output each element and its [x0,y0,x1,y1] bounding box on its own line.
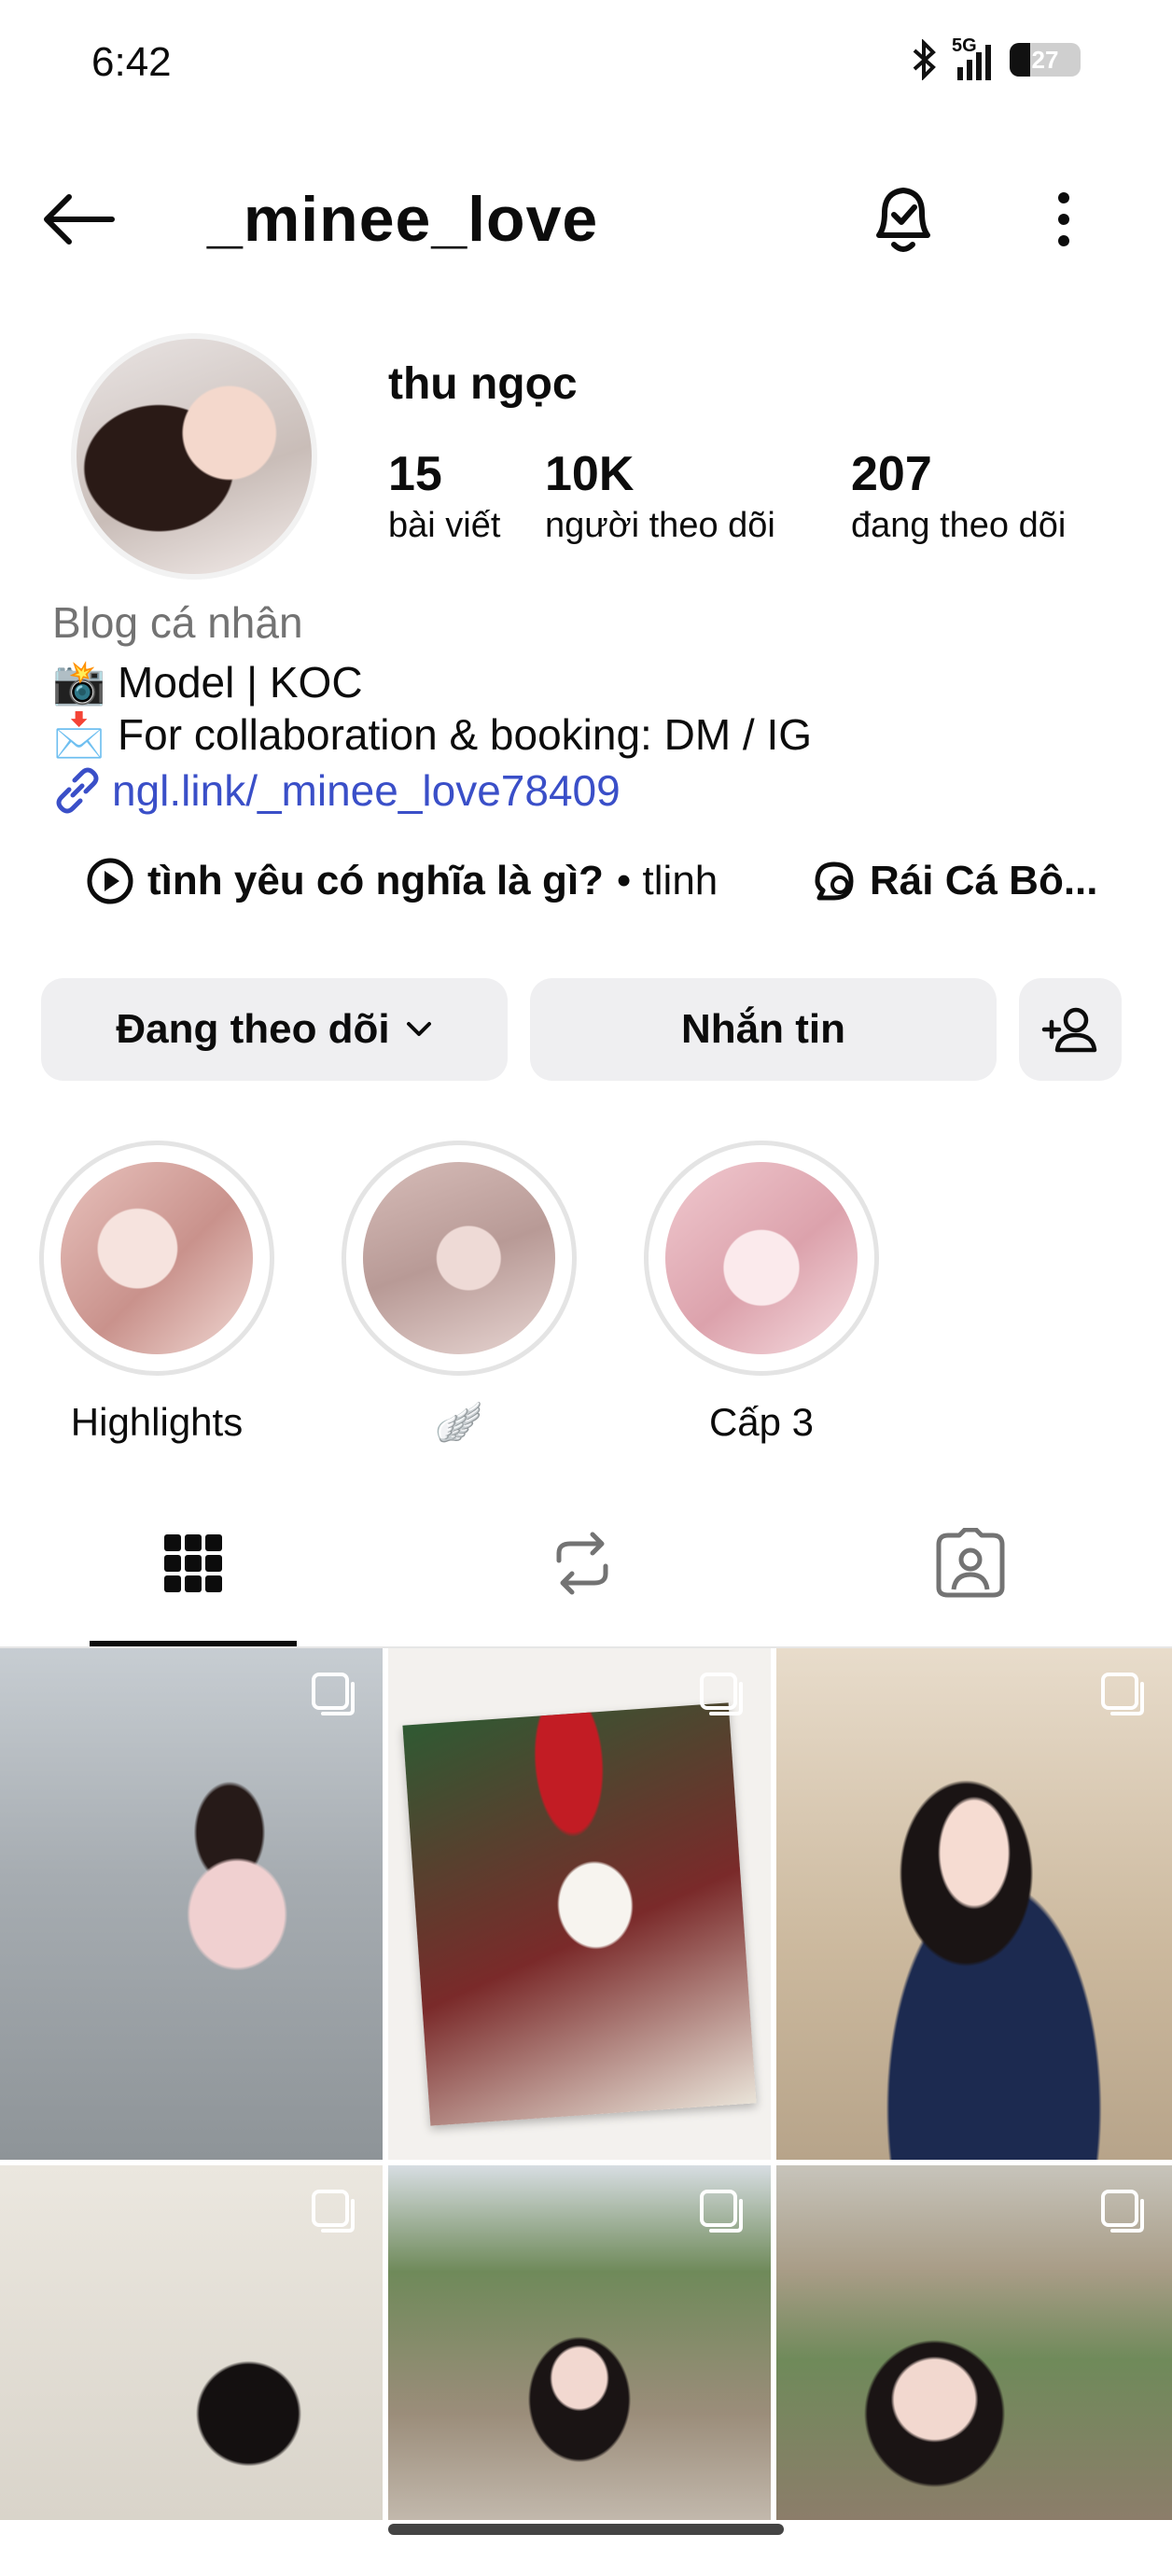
multiple-photos-icon [1101,1673,1144,1715]
notification-bell-icon[interactable] [868,179,939,259]
bluetooth-icon [913,39,936,80]
post-thumbnail[interactable] [0,2165,383,2520]
message-button-label: Nhắn tin [681,1006,845,1052]
highlight-cover [39,1141,274,1376]
play-circle-icon [87,858,133,904]
battery-icon: 27 [1010,43,1081,77]
display-name: thu ngọc [388,359,578,409]
posts-grid-icon [164,1534,222,1592]
bio-link-text: ngl.link/_minee_love78409 [112,766,621,815]
highlight-label: Highlights [70,1400,244,1444]
home-indicator[interactable] [388,2524,784,2535]
multiple-photos-icon [700,2190,743,2233]
stat-followers[interactable]: 10K người theo dõi [545,446,775,546]
stat-followers-label: người theo dõi [545,506,775,545]
threads-icon [815,861,854,901]
post-thumbnail[interactable] [776,2165,1172,2520]
following-button-label: Đang theo dõi [116,1006,390,1052]
stat-posts-value: 15 [388,447,442,501]
tab-reposts[interactable] [489,1521,676,1605]
multiple-photos-icon [1101,2190,1144,2233]
post-thumbnail[interactable] [388,1648,771,2160]
threads-badge[interactable]: Rái Cá Bô... [810,857,1098,905]
stat-followers-value: 10K [545,447,635,501]
music-artist: • tlinh [616,858,719,903]
status-icons: 5G 27 [911,35,1081,80]
profile-username: _minee_love [207,184,599,255]
bio-line: 📩 For collaboration & booking: DM / IG [52,710,813,759]
reposts-icon [556,1532,608,1595]
highlight-label: Cấp 3 [708,1400,815,1444]
stat-following[interactable]: 207 đang theo dõi [851,446,1066,546]
tagged-icon [936,1528,1005,1598]
post-thumbnail[interactable] [0,1648,383,2160]
bio-link[interactable]: ngl.link/_minee_love78409 [52,765,621,816]
highlight-item[interactable]: Highlights [35,1141,278,1445]
following-button[interactable]: Đang theo dõi [41,978,508,1081]
highlight-cover [644,1141,879,1376]
stat-posts[interactable]: 15 bài viết [388,446,500,546]
multiple-photos-icon [312,2190,355,2233]
post-thumbnail[interactable] [388,2165,771,2520]
stat-posts-label: bài viết [388,506,501,545]
highlight-item[interactable]: Cấp 3 [640,1141,883,1445]
avatar[interactable] [71,333,317,580]
more-options-icon[interactable] [1045,187,1082,252]
link-icon [56,767,99,814]
threads-text: Rái Cá Bô... [870,858,1098,903]
multiple-photos-icon [312,1673,355,1715]
message-button[interactable]: Nhắn tin [530,978,997,1081]
music-song-title: tình yêu có nghĩa là gì? [147,858,604,903]
bio-line: 📸 Model | KOC [52,658,363,707]
stat-following-label: đang theo dõi [851,506,1067,545]
suggest-people-button[interactable] [1019,978,1122,1081]
highlight-item[interactable]: 🪽 [338,1141,580,1446]
tab-tagged[interactable] [877,1521,1064,1605]
add-person-icon [1041,1007,1097,1053]
status-time: 6:42 [91,39,172,85]
back-arrow-icon[interactable] [37,191,121,247]
signal-icon: 5G [952,35,991,80]
highlight-cover [342,1141,577,1376]
multiple-photos-icon [700,1673,743,1715]
tab-posts[interactable] [100,1521,286,1605]
chevron-down-icon [406,1022,431,1036]
avatar-image [77,339,312,574]
post-thumbnail[interactable] [776,1648,1172,2160]
profile-category: Blog cá nhân [52,598,303,647]
profile-music[interactable]: tình yêu có nghĩa là gì? • tlinh [86,857,718,905]
stat-following-value: 207 [851,447,932,501]
highlight-label: 🪽 [434,1400,484,1444]
